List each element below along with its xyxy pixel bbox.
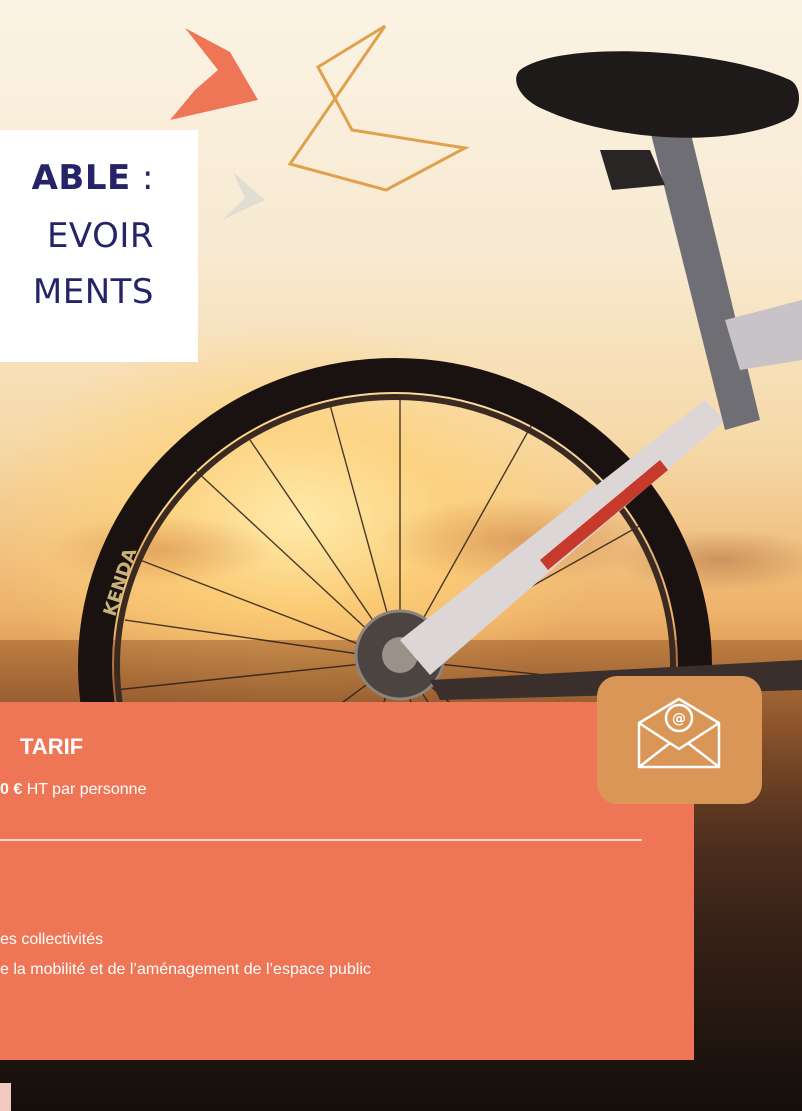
info-panel: TARIF 0 € HT par personne es collectivit… [0, 702, 694, 1060]
price-unit: HT par personne [22, 781, 147, 798]
title-card: ABLE : EVOIR MENTS [0, 130, 198, 362]
title-bold-word: ABLE [31, 158, 131, 198]
coral-chevron-icon [170, 28, 258, 120]
tarif-heading: TARIF [20, 734, 84, 759]
email-contact-button[interactable]: @ [597, 676, 762, 804]
title-colon: : [130, 158, 154, 198]
title-line-2: EVOIR [46, 216, 154, 256]
price-amount: 0 € [0, 781, 23, 798]
audience-line-1: es collectivités [0, 931, 104, 948]
audience-line-2: e la mobilité et de l’aménagement de l’e… [0, 961, 371, 978]
beige-chevron-icon [222, 172, 265, 220]
title-line-1: ABLE : [32, 158, 154, 198]
price-text: 0 € HT par personne [0, 781, 146, 799]
panel-divider [0, 839, 642, 841]
envelope-at-icon: @ [637, 697, 721, 769]
svg-text:@: @ [672, 711, 686, 727]
corner-accent [0, 1083, 11, 1111]
gold-outline-chevron-icon [287, 24, 470, 192]
title-line-3: MENTS [32, 272, 154, 312]
